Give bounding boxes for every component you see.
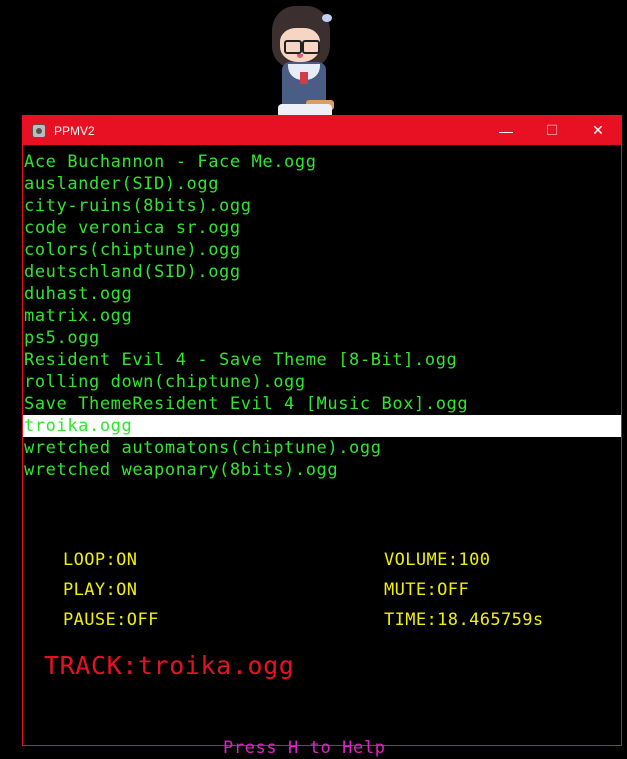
app-icon	[32, 123, 46, 138]
app-window: PPMV2 — ☐ ✕ Ace Buchannon - Face Me.ogg …	[22, 115, 622, 758]
track-list-item[interactable]: matrix.ogg	[23, 305, 621, 327]
window-title: PPMV2	[54, 123, 95, 138]
track-list-item[interactable]: deutschland(SID).ogg	[23, 261, 621, 283]
maximize-button[interactable]: ☐	[529, 116, 575, 145]
time-status: TIME:18.465759s	[384, 610, 544, 630]
play-status: PLAY:ON	[63, 580, 138, 600]
minimize-button[interactable]: —	[483, 116, 529, 145]
track-list-item[interactable]: colors(chiptune).ogg	[23, 239, 621, 261]
track-list-item[interactable]: rolling down(chiptune).ogg	[23, 371, 621, 393]
close-button[interactable]: ✕	[575, 116, 621, 145]
track-list-item[interactable]: wretched automatons(chiptune).ogg	[23, 437, 621, 459]
track-list-item[interactable]: Save ThemeResident Evil 4 [Music Box].og…	[23, 393, 621, 415]
track-list-item[interactable]: auslander(SID).ogg	[23, 173, 621, 195]
player-content: Ace Buchannon - Face Me.ogg auslander(SI…	[23, 145, 621, 758]
title-bar[interactable]: PPMV2 — ☐ ✕	[23, 116, 621, 145]
help-hint: Press H to Help	[223, 738, 386, 758]
track-list-item-selected[interactable]: troika.ogg	[23, 415, 621, 437]
track-list-item[interactable]: code veronica sr.ogg	[23, 217, 621, 239]
track-list-item[interactable]: city-ruins(8bits).ogg	[23, 195, 621, 217]
track-list: Ace Buchannon - Face Me.ogg auslander(SI…	[23, 151, 621, 481]
track-list-item[interactable]: wretched weaponary(8bits).ogg	[23, 459, 621, 481]
mute-status: MUTE:OFF	[384, 580, 470, 600]
track-list-item[interactable]: duhast.ogg	[23, 283, 621, 305]
track-list-item[interactable]: ps5.ogg	[23, 327, 621, 349]
track-list-item[interactable]: Resident Evil 4 - Save Theme [8-Bit].ogg	[23, 349, 621, 371]
current-track: TRACK:troika.ogg	[44, 651, 295, 680]
track-list-item[interactable]: Ace Buchannon - Face Me.ogg	[23, 151, 621, 173]
volume-status: VOLUME:100	[384, 550, 491, 570]
pause-status: PAUSE:OFF	[63, 610, 159, 630]
loop-status: LOOP:ON	[63, 550, 138, 570]
